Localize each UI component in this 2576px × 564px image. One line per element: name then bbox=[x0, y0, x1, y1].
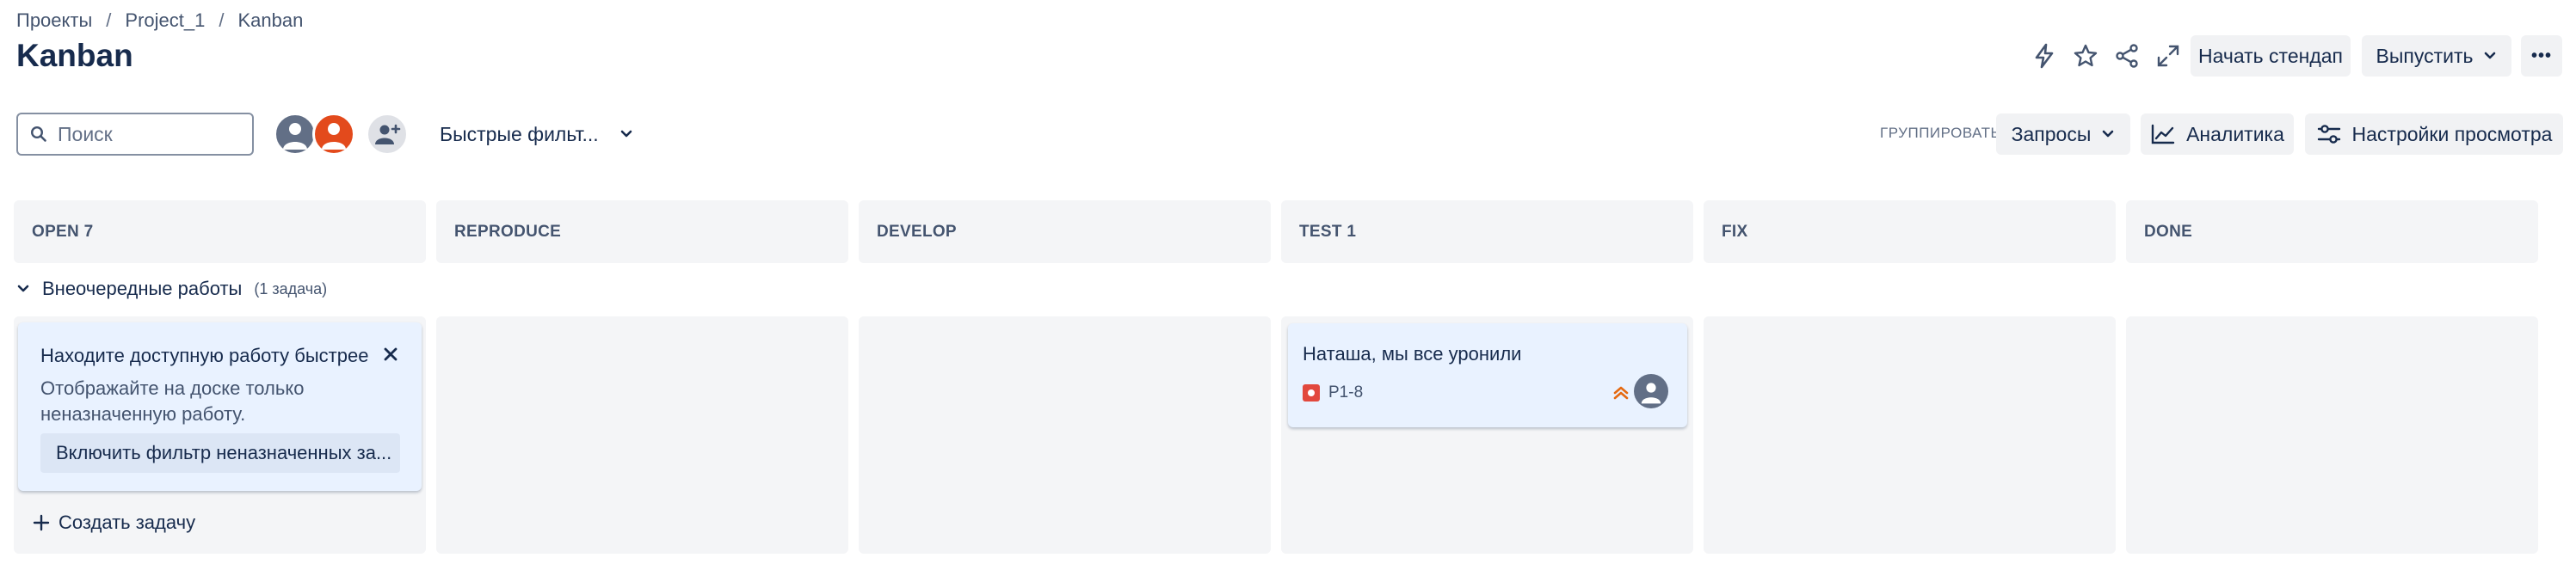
column-header-test[interactable]: TEST 1 bbox=[1281, 200, 1693, 263]
breadcrumb: Проекты / Project_1 / Kanban bbox=[16, 9, 303, 32]
analytics-button[interactable]: Аналитика bbox=[2141, 113, 2294, 155]
issue-key[interactable]: P1-8 bbox=[1328, 383, 1363, 402]
issue-card[interactable]: Наташа, мы все уронили P1-8 bbox=[1288, 323, 1687, 427]
column-header-fix[interactable]: FIX bbox=[1704, 200, 2116, 263]
view-settings-button[interactable]: Настройки просмотра bbox=[2305, 113, 2563, 155]
breadcrumb-separator: / bbox=[219, 9, 225, 31]
lightning-icon[interactable] bbox=[2025, 37, 2063, 75]
column-body-done bbox=[2126, 316, 2538, 554]
share-icon[interactable] bbox=[2108, 37, 2146, 75]
breadcrumb-project[interactable]: Project_1 bbox=[125, 9, 205, 32]
quick-filters-label: Быстрые фильт... bbox=[440, 122, 599, 145]
add-people-button[interactable] bbox=[366, 113, 409, 156]
breadcrumb-separator: / bbox=[106, 9, 112, 31]
group-by-label: ГРУППИРОВАТЬ bbox=[1880, 125, 2001, 141]
tip-description: Отображайте на доске только неназначенну… bbox=[40, 377, 305, 425]
breadcrumb-board[interactable]: Kanban bbox=[237, 9, 303, 32]
search-field[interactable] bbox=[16, 113, 254, 156]
start-standup-button[interactable]: Начать стендап bbox=[2191, 35, 2351, 77]
column-body-fix bbox=[1704, 316, 2116, 554]
column-header-develop[interactable]: DEVELOP bbox=[859, 200, 1271, 263]
priority-highest-icon bbox=[1612, 383, 1630, 407]
star-icon[interactable] bbox=[2067, 37, 2105, 75]
swimlane-title: Внеочередные работы bbox=[42, 278, 243, 299]
column-body-reproduce bbox=[436, 316, 848, 554]
plus-icon bbox=[33, 514, 50, 531]
user-icon bbox=[322, 123, 346, 150]
analytics-label: Аналитика bbox=[2186, 122, 2284, 145]
create-task-button[interactable]: Создать задачу bbox=[33, 512, 195, 534]
view-settings-label: Настройки просмотра bbox=[2351, 122, 2553, 145]
more-button[interactable]: ••• bbox=[2521, 35, 2562, 77]
breadcrumb-projects[interactable]: Проекты bbox=[16, 9, 92, 32]
chevron-down-icon bbox=[17, 285, 29, 292]
enable-unassigned-filter-button[interactable]: Включить фильтр неназначенных за... bbox=[40, 433, 400, 473]
more-icon: ••• bbox=[2530, 46, 2552, 65]
column-body-develop bbox=[859, 316, 1271, 554]
assignee-avatar[interactable] bbox=[1634, 374, 1668, 408]
page-title: Kanban bbox=[16, 38, 133, 73]
user-icon bbox=[1641, 383, 1661, 404]
swimlane-header[interactable]: Внеочередные работы (1 задача) bbox=[16, 278, 327, 300]
column-header-reproduce[interactable]: REPRODUCE bbox=[436, 200, 848, 263]
expand-icon[interactable] bbox=[2149, 37, 2187, 75]
start-standup-label: Начать стендап bbox=[2197, 44, 2343, 67]
user-icon bbox=[283, 123, 307, 150]
onboarding-tip-card: Находите доступную работу быстрее Отобра… bbox=[18, 322, 422, 491]
add-person-icon bbox=[375, 124, 401, 144]
search-input[interactable] bbox=[56, 121, 231, 147]
group-by-value: Запросы bbox=[2011, 122, 2092, 145]
swimlane-count: (1 задача) bbox=[254, 279, 328, 297]
issue-title: Наташа, мы все уронили bbox=[1303, 343, 1522, 365]
chevron-down-icon bbox=[2103, 130, 2114, 138]
release-button[interactable]: Выпустить bbox=[2362, 35, 2511, 77]
group-by-dropdown[interactable]: Запросы bbox=[1996, 113, 2130, 155]
bug-icon bbox=[1303, 384, 1320, 402]
tip-title: Находите доступную работу быстрее bbox=[40, 345, 369, 366]
avatar[interactable] bbox=[274, 113, 317, 156]
sliders-icon bbox=[2317, 125, 2340, 144]
close-icon[interactable] bbox=[379, 343, 402, 365]
chevron-down-icon bbox=[2485, 52, 2496, 59]
column-header-done[interactable]: DONE bbox=[2126, 200, 2538, 263]
release-label: Выпустить bbox=[2376, 44, 2474, 67]
column-header-open[interactable]: OPEN 7 bbox=[14, 200, 426, 263]
avatar[interactable] bbox=[312, 113, 355, 156]
chevron-down-icon bbox=[620, 130, 632, 138]
quick-filters-dropdown[interactable]: Быстрые фильт... bbox=[440, 120, 633, 148]
create-task-label: Создать задачу bbox=[59, 512, 196, 533]
chart-line-icon bbox=[2151, 124, 2175, 144]
search-icon bbox=[30, 126, 46, 142]
